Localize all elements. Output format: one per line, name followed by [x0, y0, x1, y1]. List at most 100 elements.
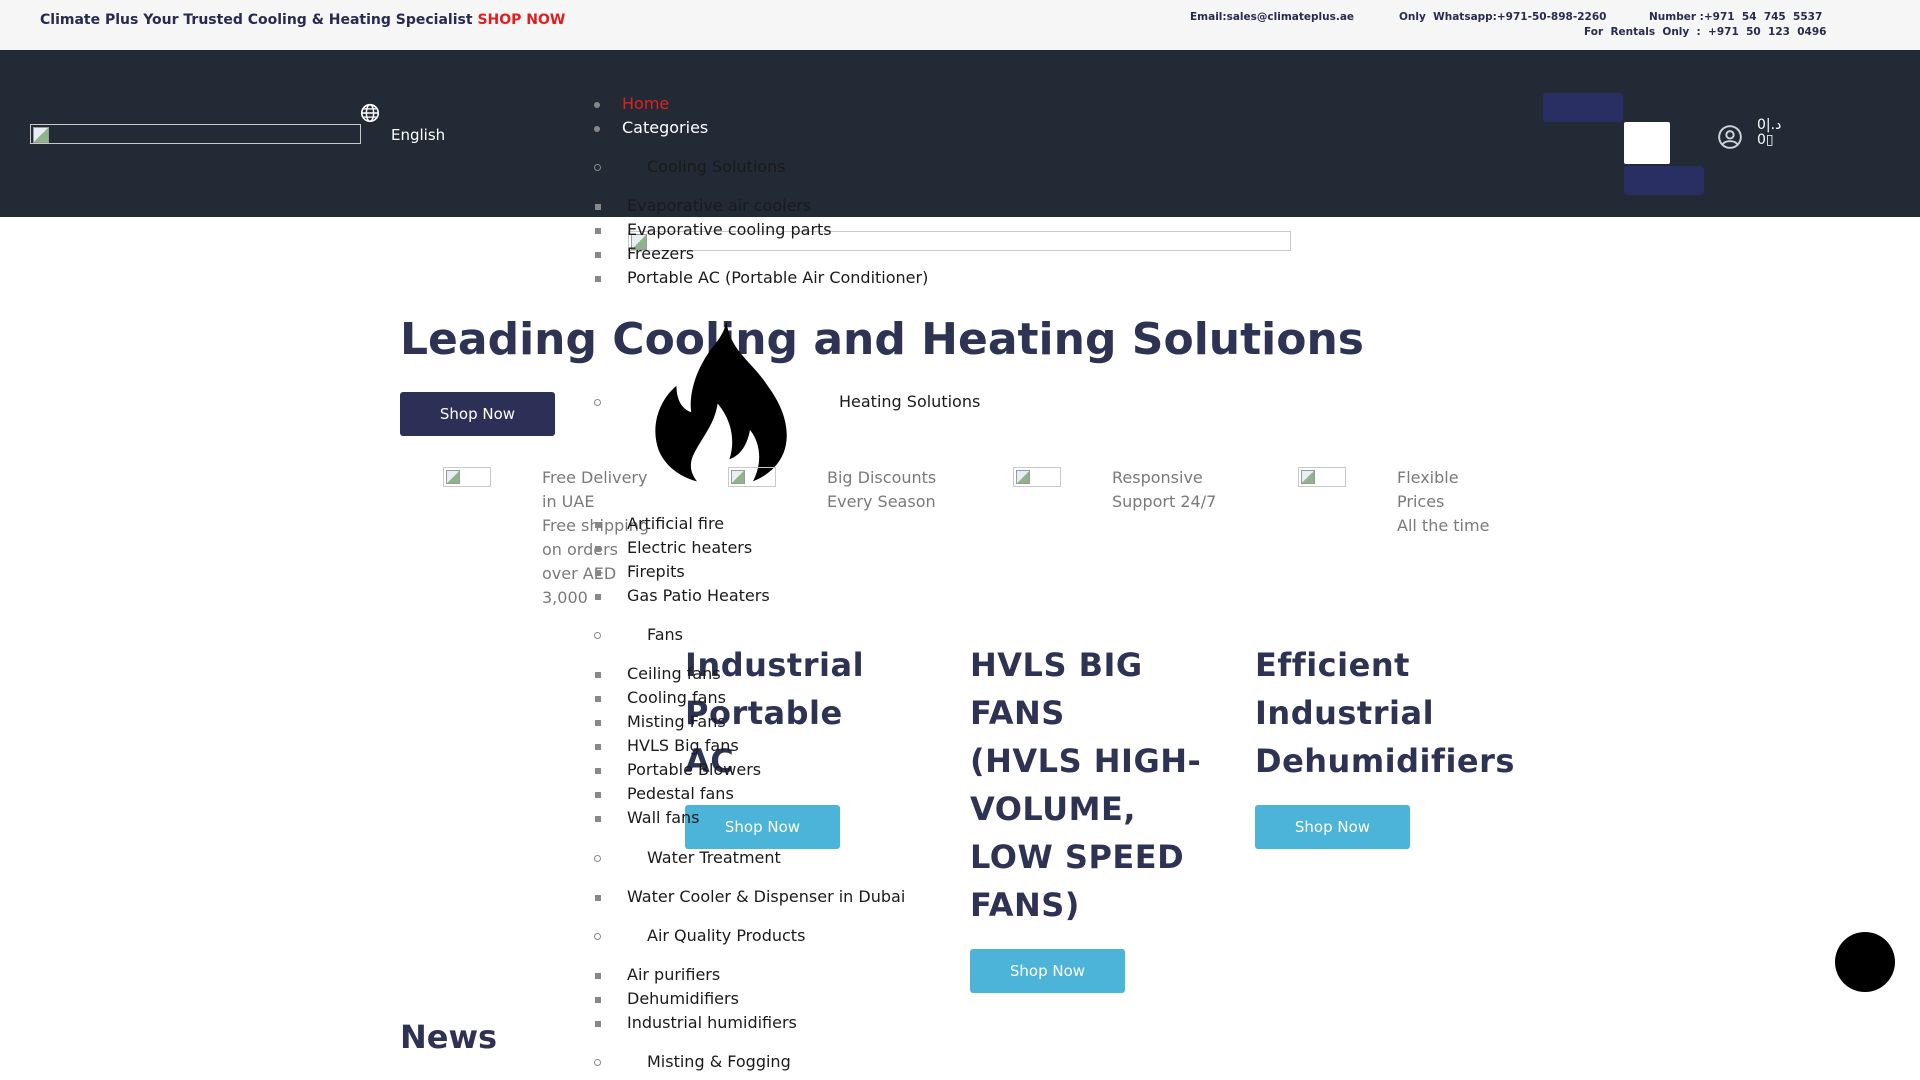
promo-text: Climate Plus Your Trusted Cooling & Heat…: [40, 12, 473, 28]
menu-item-portable-blowers[interactable]: Portable Blowers: [595, 760, 762, 780]
cart-count: 0▯: [1757, 132, 1774, 148]
hero-shop-now-button[interactable]: Shop Now: [400, 392, 555, 436]
search-input[interactable]: [1624, 122, 1670, 164]
feature-title: Big Discounts: [827, 468, 937, 487]
feature-title: in UAE: [542, 492, 595, 511]
category-heating-solutions[interactable]: Heating Solutions: [594, 392, 981, 412]
list-square-bullet: [595, 672, 601, 678]
card-dehumidifiers-title: Efficient Industrial Dehumidifiers: [1255, 641, 1515, 785]
menu-item-artificial-fire[interactable]: Artificial fire: [595, 514, 724, 534]
list-square-bullet: [595, 973, 601, 979]
user-account-icon[interactable]: [1717, 124, 1743, 150]
menu-item-cooling-fans[interactable]: Cooling fans: [595, 688, 726, 708]
category-air-quality-products[interactable]: Air Quality Products: [594, 926, 805, 946]
category-title: Water Treatment: [647, 848, 781, 867]
header-action-button[interactable]: [1543, 93, 1623, 122]
feature-title: Every Season: [827, 492, 936, 511]
card-title-line: FANS): [970, 886, 1080, 924]
search-button[interactable]: [1624, 166, 1704, 195]
menu-item-water-cooler-dispenser[interactable]: Water Cooler & Dispenser in Dubai: [595, 887, 906, 907]
list-square-bullet: [595, 696, 601, 702]
menu-item-firepits[interactable]: Firepits: [595, 562, 685, 582]
menu-item-electric-heaters[interactable]: Electric heaters: [595, 538, 753, 558]
list-circle-bullet: [594, 164, 601, 171]
menu-item-label: Misting Fans: [627, 712, 726, 731]
feature-title: Responsive: [1112, 468, 1203, 487]
feature-big-discounts: Big Discounts Every Season: [827, 466, 936, 514]
contact-whatsapp[interactable]: Only Whatsapp:+971-50-898-2260: [1399, 11, 1606, 23]
menu-item-ceiling-fans[interactable]: Ceiling fans: [595, 664, 721, 684]
category-misting-fogging[interactable]: Misting & Fogging: [594, 1052, 791, 1072]
category-title: Cooling Solutions: [647, 157, 786, 176]
nav-categories[interactable]: Categories: [594, 118, 708, 138]
list-square-bullet: [595, 895, 601, 901]
fire-icon: [655, 321, 787, 482]
menu-item-wall-fans[interactable]: Wall fans: [595, 808, 700, 828]
menu-item-evaporative-cooling-parts[interactable]: Evaporative cooling parts: [595, 220, 832, 240]
category-fans[interactable]: Fans: [594, 625, 683, 645]
top-bar: Climate Plus Your Trusted Cooling & Heat…: [0, 0, 1920, 50]
category-title: Heating Solutions: [839, 392, 981, 411]
list-square-bullet: [595, 768, 601, 774]
feature-title: Flexible: [1397, 468, 1459, 487]
list-circle-bullet: [594, 1059, 601, 1066]
contact-email[interactable]: Email:sales@climateplus.ae: [1190, 11, 1354, 23]
feature-support-image: [1013, 467, 1061, 487]
menu-item-pedestal-fans[interactable]: Pedestal fans: [595, 784, 734, 804]
language-selector[interactable]: English: [391, 126, 445, 144]
list-square-bullet: [595, 252, 601, 258]
feature-title: Prices: [1397, 492, 1445, 511]
feature-desc: All the time: [1397, 516, 1490, 535]
card-title-line: FANS: [970, 694, 1065, 732]
menu-item-freezers[interactable]: Freezers: [595, 244, 694, 264]
list-circle-bullet: [594, 632, 601, 639]
menu-item-gas-patio-heaters[interactable]: Gas Patio Heaters: [595, 586, 770, 606]
globe-icon[interactable]: [359, 102, 381, 124]
menu-item-hvls-big-fans[interactable]: HVLS Big fans: [595, 736, 739, 756]
category-cooling-solutions[interactable]: Cooling Solutions: [594, 157, 786, 177]
nav-home[interactable]: Home: [594, 94, 669, 114]
card-dehumidifiers-shop-button[interactable]: Shop Now: [1255, 805, 1410, 849]
category-title: Misting & Fogging: [647, 1052, 791, 1071]
cart-total: 0|.د: [1757, 117, 1782, 133]
list-square-bullet: [595, 276, 601, 282]
list-circle-bullet: [594, 855, 601, 862]
chat-widget-button[interactable]: [1835, 932, 1895, 992]
feature-title: Support 24/7: [1112, 492, 1217, 511]
cart-widget[interactable]: 0|.د 0▯: [1757, 118, 1781, 148]
category-water-treatment[interactable]: Water Treatment: [594, 848, 781, 868]
card-title-line: Dehumidifiers: [1255, 742, 1515, 780]
menu-item-label: Cooling fans: [627, 688, 726, 707]
card-hvls-fans-title: HVLS BIG FANS (HVLS HIGH- VOLUME, LOW SP…: [970, 641, 1201, 929]
list-bullet: [594, 102, 600, 108]
menu-item-label: Evaporative air coolers: [627, 196, 812, 215]
list-square-bullet: [595, 522, 601, 528]
menu-item-industrial-humidifiers[interactable]: Industrial humidifiers: [595, 1013, 797, 1033]
menu-item-label: Air purifiers: [627, 965, 721, 984]
list-square-bullet: [595, 720, 601, 726]
menu-item-air-purifiers[interactable]: Air purifiers: [595, 965, 721, 985]
list-square-bullet: [595, 228, 601, 234]
card-title-line: HVLS BIG: [970, 646, 1143, 684]
menu-item-misting-fans[interactable]: Misting Fans: [595, 712, 726, 732]
menu-item-label: Portable Blowers: [627, 760, 762, 779]
feature-title: Free Delivery: [542, 468, 648, 487]
card-industrial-ac-shop-button[interactable]: Shop Now: [685, 805, 840, 849]
card-title-line: (HVLS HIGH-: [970, 742, 1202, 780]
menu-item-portable-ac[interactable]: Portable AC (Portable Air Conditioner): [595, 268, 928, 288]
list-square-bullet: [595, 546, 601, 552]
menu-item-label: HVLS Big fans: [627, 736, 739, 755]
list-square-bullet: [595, 204, 601, 210]
contact-rentals[interactable]: For Rentals Only : +971 50 123 0496: [1584, 26, 1826, 38]
card-hvls-fans-shop-button[interactable]: Shop Now: [970, 949, 1125, 993]
menu-item-evaporative-air-coolers[interactable]: Evaporative air coolers: [595, 196, 812, 216]
list-square-bullet: [595, 744, 601, 750]
card-title-line: LOW SPEED: [970, 838, 1185, 876]
menu-item-label: Electric heaters: [627, 538, 753, 557]
contact-number[interactable]: Number :+971 54 745 5537: [1649, 11, 1822, 23]
menu-item-label: Water Cooler & Dispenser in Dubai: [627, 887, 906, 906]
promo-shop-now-link[interactable]: SHOP NOW: [477, 12, 565, 28]
site-logo[interactable]: [30, 124, 361, 144]
menu-item-label: Industrial humidifiers: [627, 1013, 797, 1032]
menu-item-dehumidifiers[interactable]: Dehumidifiers: [595, 989, 739, 1009]
